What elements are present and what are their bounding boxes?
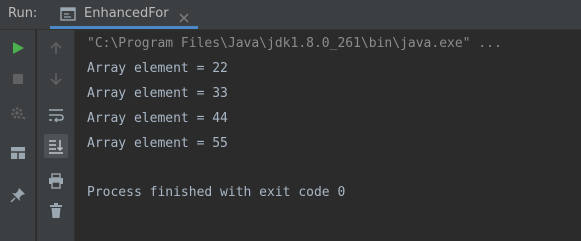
run-tab-title: EnhancedFor bbox=[84, 5, 169, 21]
run-panel-header: Run: EnhancedFor bbox=[0, 0, 581, 30]
command-line: "C:\Program Files\Java\jdk1.8.0_261\bin\… bbox=[87, 36, 502, 51]
run-actions-toolbar bbox=[0, 30, 36, 241]
run-label: Run: bbox=[8, 6, 38, 21]
console-window-icon bbox=[60, 6, 76, 21]
layout-icon[interactable] bbox=[8, 143, 28, 163]
run-tab[interactable]: EnhancedFor bbox=[50, 0, 198, 29]
console-output-line: Array element = 44 bbox=[87, 111, 228, 126]
scroll-to-end-icon[interactable] bbox=[44, 134, 68, 158]
soft-wrap-icon[interactable] bbox=[46, 105, 66, 125]
print-icon[interactable] bbox=[46, 171, 66, 191]
trash-icon[interactable] bbox=[46, 201, 66, 221]
rerun-play-icon[interactable] bbox=[8, 38, 28, 58]
console-output-line: Array element = 33 bbox=[87, 86, 228, 101]
arrow-up-icon[interactable] bbox=[46, 38, 66, 58]
console-output-line: Array element = 22 bbox=[87, 61, 228, 76]
pin-icon[interactable] bbox=[8, 185, 28, 205]
arrow-down-icon[interactable] bbox=[46, 69, 66, 89]
settings-icon[interactable] bbox=[8, 103, 28, 123]
console-output[interactable]: "C:\Program Files\Java\jdk1.8.0_261\bin\… bbox=[76, 30, 581, 241]
exit-message: Process finished with exit code 0 bbox=[87, 185, 346, 200]
console-output-line: Array element = 55 bbox=[87, 136, 228, 151]
stop-icon[interactable] bbox=[8, 69, 28, 89]
close-icon[interactable] bbox=[179, 8, 189, 23]
console-actions-toolbar bbox=[37, 30, 75, 241]
